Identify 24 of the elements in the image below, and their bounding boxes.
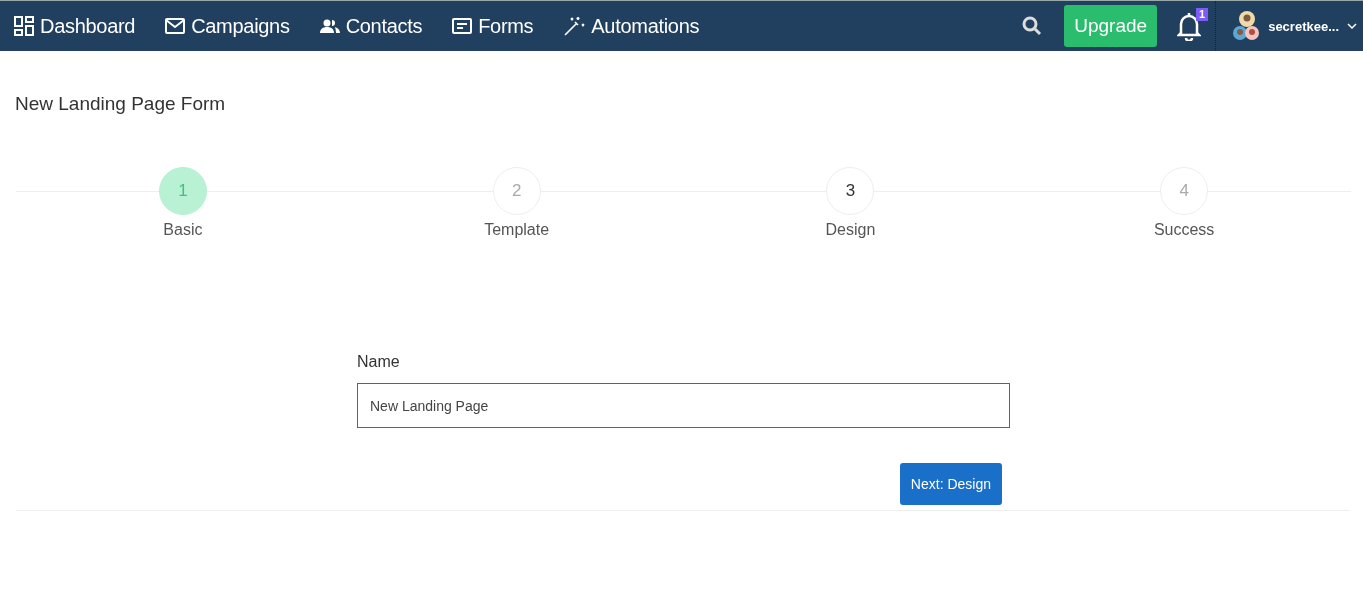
notification-badge: 1 (1196, 8, 1209, 21)
page-title: New Landing Page Form (15, 93, 227, 115)
user-name[interactable]: secretkee... (1268, 18, 1339, 34)
nav-link[interactable]: Forms (452, 14, 534, 38)
search-icon[interactable] (1022, 16, 1043, 36)
step-label: Template (484, 221, 550, 239)
step-label: Design (825, 221, 876, 239)
name-input[interactable]: New Landing Page (357, 383, 1010, 428)
form-icon (452, 18, 473, 34)
step-label: Basic (163, 221, 203, 239)
nav-link[interactable]: Automations (563, 14, 700, 38)
dashboard-icon (14, 16, 34, 36)
step-number[interactable]: 3 (826, 167, 875, 215)
people-icon (319, 19, 340, 33)
nav-link[interactable]: Contacts (319, 14, 423, 38)
step-label: Success (1153, 221, 1215, 239)
avatar-group-icon[interactable] (1232, 11, 1261, 41)
nav-link[interactable]: Campaigns (165, 14, 290, 38)
nav-link[interactable]: Dashboard (14, 14, 136, 38)
magic-wand-icon (563, 16, 586, 36)
mail-icon (165, 18, 186, 34)
next-design-button[interactable]: Next: Design (899, 463, 1002, 505)
chevron-down-icon[interactable] (1347, 23, 1357, 29)
name-label: Name (357, 353, 401, 371)
